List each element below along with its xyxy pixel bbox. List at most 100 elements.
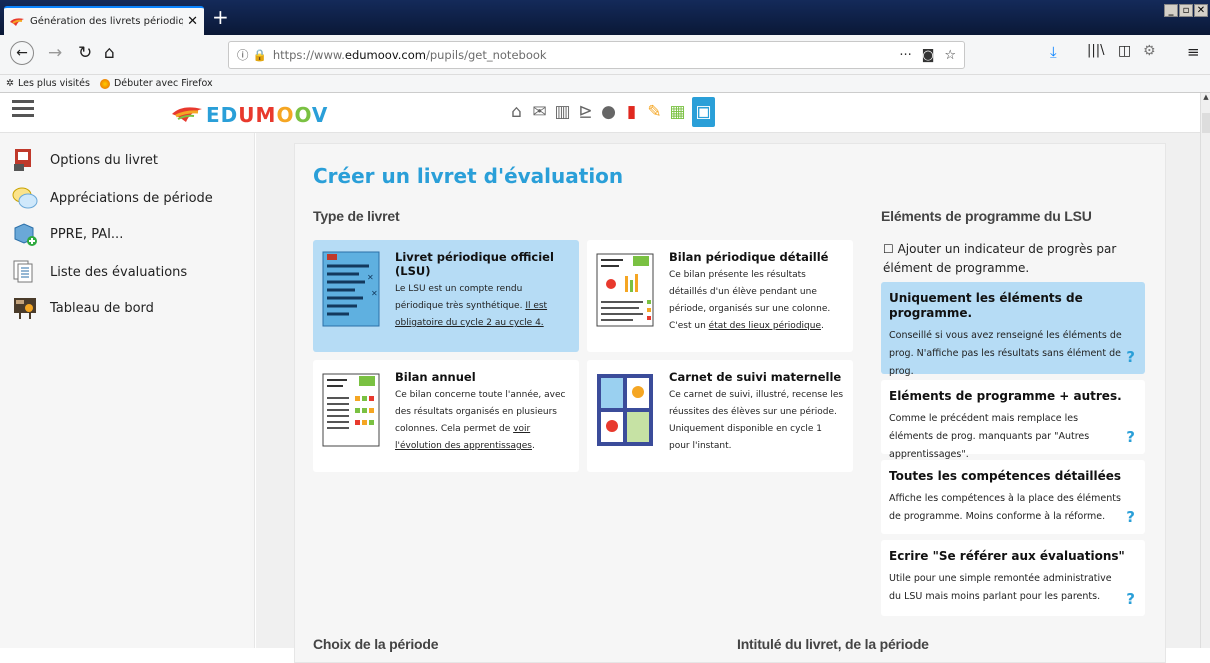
cube-plus-icon [14, 223, 37, 246]
pocket-icon[interactable]: ◙ [922, 48, 935, 63]
lsu-option-title: Toutes les compétences détaillées [889, 469, 1122, 483]
option-bilan-periodique[interactable]: Bilan périodique détaillé Ce bilan prése… [587, 240, 853, 352]
forward-arrow-icon[interactable]: → [48, 43, 62, 63]
edumoov-bird-icon [172, 107, 202, 122]
option-link[interactable]: état des lieux périodique [709, 321, 821, 331]
site-header: EDUMOOV ⌂ ✉ ▥ ⊵ ● ▮ ✎ ▦ ▣ [0, 93, 1200, 133]
option-description: Ce bilan concerne toute l'année, avec de… [395, 390, 566, 451]
option-description: Ce carnet de suivi, illustré, recense le… [669, 390, 844, 451]
logo-wordmark: EDUMOOV [206, 103, 329, 127]
download-icon[interactable]: ⤓ [1050, 43, 1057, 61]
sidebar-item-ppre[interactable]: PPRE, PAI... [12, 221, 123, 247]
tab-close-icon[interactable]: ✕ [187, 14, 198, 29]
option-title: Livret périodique officiel (LSU) [395, 250, 554, 278]
bookmarks-bar: ✲ Les plus visités Débuter avec Firefox [0, 75, 1210, 93]
lsu-option-all-competencies[interactable]: Toutes les compétences détaillées Affich… [881, 460, 1145, 534]
hamburger-menu-icon[interactable] [12, 100, 34, 118]
sidebar-item-evaluations[interactable]: Liste des évaluations [12, 259, 187, 285]
bookmark-label: Débuter avec Firefox [113, 78, 213, 89]
home-icon[interactable]: ⌂ [505, 97, 528, 127]
svg-text:✕: ✕ [367, 273, 374, 282]
lsu-option-refer-evaluations[interactable]: Ecrire "Se référer aux évaluations" Util… [881, 540, 1145, 616]
help-icon[interactable]: ? [1126, 428, 1135, 446]
lsu-option-title: Eléments de programme + autres. [889, 389, 1122, 403]
firefox-icon [99, 78, 110, 89]
annual-document-icon [322, 373, 380, 447]
gear-icon: ✲ [6, 78, 14, 89]
option-carnet-maternelle[interactable]: Carnet de suivi maternelle Ce carnet de … [587, 360, 853, 472]
browser-navbar: ← → ↻ ⌂ ⓘ 🔒 https://www. edumoov.com/pupi… [0, 35, 1210, 75]
window-controls: _ ▫ ✕ [1164, 4, 1208, 17]
user-icon[interactable]: ● [597, 97, 620, 127]
checkbox-icon[interactable]: ☐ [883, 242, 894, 256]
pencil-icon[interactable]: ✎ [643, 97, 666, 127]
lsu-option-description: Utile pour une simple remontée administr… [889, 573, 1112, 602]
sidebar-item-dashboard[interactable]: Tableau de bord [12, 295, 154, 321]
lsu-option-description: Conseillé si vous avez renseigné les élé… [889, 330, 1122, 377]
info-icon[interactable]: ⓘ [237, 47, 249, 63]
extension-icon[interactable]: ⚙ [1143, 43, 1156, 59]
sidebar: Options du livret Appréciations de pério… [0, 133, 255, 648]
svg-text:✕: ✕ [371, 289, 378, 298]
sidebar-item-options[interactable]: Options du livret [12, 147, 158, 173]
maximize-button[interactable]: ▫ [1179, 4, 1193, 17]
back-arrow-icon[interactable]: ← [10, 41, 34, 65]
sidebar-item-label: Liste des évaluations [50, 264, 188, 280]
library-icon[interactable]: |||\ [1087, 43, 1105, 58]
pdf-icon[interactable]: ▮ [620, 97, 643, 127]
url-path: /pupils/get_notebook [425, 48, 547, 62]
lock-icon: 🔒 [252, 48, 267, 62]
menu-icon[interactable]: ≡ [1187, 43, 1200, 61]
lsu-option-description: Affiche les compétences à la place des é… [889, 493, 1121, 522]
sidebar-item-label: PPRE, PAI... [50, 226, 124, 242]
briefcase-icon[interactable]: ▣ [692, 97, 715, 127]
bookmark-star-icon[interactable]: ☆ [944, 48, 956, 63]
bookmark-getting-started[interactable]: Débuter avec Firefox [99, 78, 213, 89]
url-bar[interactable]: ⓘ 🔒 https://www. edumoov.com/pupils/get_n… [228, 41, 965, 69]
help-icon[interactable]: ? [1126, 590, 1135, 608]
type-heading: Type de livret [313, 208, 400, 224]
reload-icon[interactable]: ↻ [78, 43, 92, 63]
new-tab-button[interactable]: + [212, 5, 229, 29]
lsu-document-icon: ✕✕ [322, 251, 380, 327]
lsu-option-elements-plus-others[interactable]: Eléments de programme + autres. Comme le… [881, 380, 1145, 460]
speech-bubbles-icon [12, 187, 38, 209]
checkbox-label: Ajouter un indicateur de progrès par élé… [883, 242, 1117, 275]
scrollbar-thumb[interactable] [1202, 113, 1210, 133]
option-description: Le LSU est un compte rendu périodique tr… [395, 284, 548, 328]
option-lsu-official[interactable]: ✕ ✕ Livret périodique officiel (LSU) Le L… [313, 240, 579, 352]
progress-indicator-checkbox[interactable]: ☐ Ajouter un indicateur de progrès par é… [883, 240, 1153, 278]
main-content: Créer un livret d'évaluation Type de liv… [256, 133, 1200, 663]
list-pages-icon [13, 260, 33, 283]
page-title: Créer un livret d'évaluation [313, 164, 624, 188]
option-title: Bilan annuel [395, 370, 476, 384]
sidebar-item-label: Options du livret [50, 152, 158, 168]
home-icon[interactable]: ⌂ [104, 43, 115, 63]
tab-title: Génération des livrets périodiques [30, 16, 184, 27]
bookmark-most-visited[interactable]: ✲ Les plus visités [6, 78, 90, 89]
site-logo[interactable]: EDUMOOV [172, 103, 328, 127]
option-bilan-annuel[interactable]: Bilan annuel Ce bilan concerne toute l'a… [313, 360, 579, 472]
sidebar-toggle-icon[interactable]: ◫ [1118, 43, 1131, 59]
help-icon[interactable]: ? [1126, 508, 1135, 526]
book-icon[interactable]: ▥ [551, 97, 574, 127]
lsu-option-elements-only[interactable]: Uniquement les éléments de programme. Co… [881, 282, 1145, 377]
intitule-heading: Intitulé du livret, de la période [737, 636, 929, 652]
close-window-button[interactable]: ✕ [1194, 4, 1208, 17]
sidebar-item-appreciations[interactable]: Appréciations de période [12, 185, 213, 211]
option-title: Bilan périodique détaillé [669, 250, 829, 264]
scroll-up-arrow-icon[interactable]: ▲ [1201, 93, 1210, 103]
bilan-document-icon [596, 253, 654, 327]
browser-tab[interactable]: Génération des livrets périodiques ✕ [4, 6, 204, 35]
sidebar-item-label: Tableau de bord [50, 300, 154, 316]
notebook-creation-panel: Créer un livret d'évaluation Type de liv… [294, 143, 1166, 663]
more-actions-icon[interactable]: ··· [899, 48, 911, 63]
help-icon[interactable]: ? [1126, 348, 1135, 366]
url-host: edumoov.com [344, 48, 426, 62]
minimize-button[interactable]: _ [1164, 4, 1178, 17]
mail-icon[interactable]: ✉ [528, 97, 551, 127]
page-scrollbar[interactable]: ▲ [1200, 93, 1210, 648]
cart-icon[interactable]: ⊵ [574, 97, 597, 127]
calendar-icon[interactable]: ▦ [666, 97, 689, 127]
bookmark-label: Les plus visités [17, 78, 90, 89]
